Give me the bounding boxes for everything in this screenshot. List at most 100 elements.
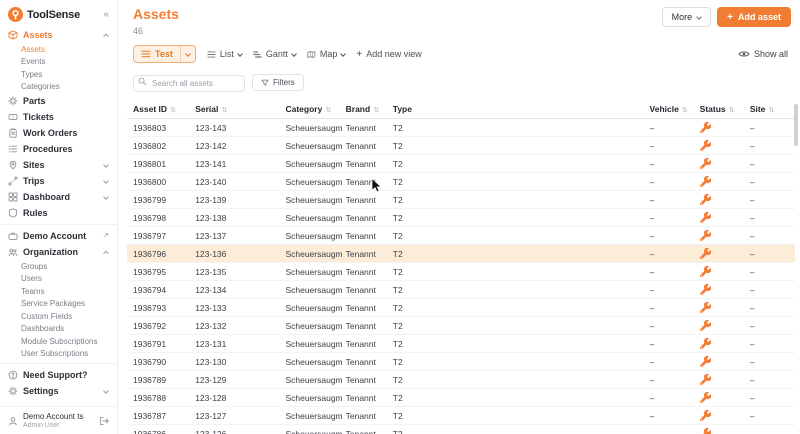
col-label: Status xyxy=(699,104,726,114)
cell-category: Scheuersaugm xyxy=(281,118,342,137)
asset-count: 46 xyxy=(133,26,144,36)
cell-vehicle: – xyxy=(645,334,696,353)
filters-button[interactable]: Filters xyxy=(252,74,304,91)
sidebar-item-rules[interactable]: Rules xyxy=(0,205,117,221)
sidebar-item-procedures[interactable]: Procedures xyxy=(0,141,117,157)
sort-icon: ⇅ xyxy=(728,107,735,114)
table-row[interactable]: 1936791 123-131 Scheuersaugm Tenannt T2– – xyxy=(127,334,795,353)
tab-map[interactable]: Map xyxy=(307,49,347,59)
col-category[interactable]: Category ⇅ xyxy=(281,100,342,119)
cell-vehicle: – xyxy=(645,208,696,227)
col-brand[interactable]: Brand ⇅ xyxy=(341,100,389,119)
tab-gantt[interactable]: Gantt xyxy=(253,49,297,59)
more-button[interactable]: More xyxy=(661,7,712,27)
cell-brand: Tenannt xyxy=(341,208,389,227)
cell-asset-id: 1936789 xyxy=(127,370,192,389)
cell-category: Scheuersaugm xyxy=(281,244,342,263)
sidebar-subitem-events[interactable]: Events xyxy=(0,56,117,69)
cell-status xyxy=(695,226,746,245)
col-serial[interactable]: Serial ⇅ xyxy=(191,100,282,119)
cell-asset-id: 1936795 xyxy=(127,262,192,281)
wrench-icon xyxy=(699,338,711,349)
table-row[interactable]: 1936802 123-142 Scheuersaugm Tenannt T2– – xyxy=(127,136,795,155)
sidebar-item-trips[interactable]: Trips xyxy=(0,173,117,189)
add-asset-button[interactable]: + Add asset xyxy=(717,7,791,27)
sidebar-item-tickets[interactable]: Tickets xyxy=(0,109,117,125)
cell-vehicle: – xyxy=(645,424,696,434)
sidebar-subitem-types[interactable]: Types xyxy=(0,68,117,81)
table-row[interactable]: 1936797 123-137 Scheuersaugm Tenannt T2– – xyxy=(127,226,795,245)
col-status[interactable]: Status ⇅ xyxy=(695,100,746,119)
sidebar-subitem-module-subscriptions[interactable]: Module Subscriptions xyxy=(0,335,117,348)
cell-asset-id: 1936787 xyxy=(127,406,192,425)
chevron-down-icon xyxy=(340,51,347,57)
cell-vehicle: – xyxy=(645,406,696,425)
table-row[interactable]: 1936792 123-132 Scheuersaugm Tenannt T2– – xyxy=(127,316,795,335)
table-row[interactable]: 1936800 123-140 Scheuersaugm Tenannt T2– – xyxy=(127,172,795,191)
tab-list[interactable]: List xyxy=(207,49,243,59)
cell-brand: Tenannt xyxy=(341,424,389,434)
cell-asset-id: 1936802 xyxy=(127,136,192,155)
col-asset-id[interactable]: Asset ID ⇅ xyxy=(127,100,192,119)
table-row[interactable]: 1936799 123-139 Scheuersaugm Tenannt T2– – xyxy=(127,190,795,209)
col-vehicle[interactable]: Vehicle ⇅ xyxy=(645,100,696,119)
table-row[interactable]: 1936787 123-127 Scheuersaugm Tenannt T2– – xyxy=(127,406,795,425)
table-row[interactable]: 1936796 123-136 Scheuersaugm Tenannt T2– – xyxy=(127,244,795,263)
view-tabs: Test List Gantt Map + Add new view Show … xyxy=(118,36,800,63)
tab-test-dropdown[interactable] xyxy=(179,46,195,62)
cell-status xyxy=(695,370,746,389)
logout-icon[interactable] xyxy=(99,416,109,426)
search-input[interactable] xyxy=(133,75,245,92)
sidebar-subitem-service-packages[interactable]: Service Packages xyxy=(0,298,117,311)
sidebar-item-demo-account[interactable]: Demo Account ↗ xyxy=(0,228,117,244)
table-row[interactable]: 1936793 123-133 Scheuersaugm Tenannt T2– – xyxy=(127,298,795,317)
cell-vehicle: – xyxy=(645,244,696,263)
sort-icon: ⇅ xyxy=(681,107,688,114)
col-site[interactable]: Site ⇅ xyxy=(745,100,795,119)
sidebar-subitem-users[interactable]: Users xyxy=(0,273,117,286)
cell-brand: Tenannt xyxy=(341,370,389,389)
cell-category: Scheuersaugm xyxy=(281,226,342,245)
table-row[interactable]: 1936789 123-129 Scheuersaugm Tenannt T2– – xyxy=(127,370,795,389)
cell-serial: 123-138 xyxy=(191,208,282,227)
sidebar-item-settings[interactable]: Settings xyxy=(0,383,117,399)
add-new-view-button[interactable]: + Add new view xyxy=(356,49,421,59)
sidebar-subitem-user-subscriptions[interactable]: User Subscriptions xyxy=(0,348,117,361)
wrench-icon xyxy=(702,428,711,434)
sidebar-item-need-support[interactable]: Need Support? xyxy=(0,367,117,383)
sidebar-subitem-teams[interactable]: Teams xyxy=(0,285,117,298)
table-row[interactable]: 1936803 123-143 Scheuersaugm Tenannt T2– – xyxy=(127,118,795,137)
table-row[interactable]: 1936801 123-141 Scheuersaugm Tenannt T2– – xyxy=(127,154,795,173)
tab-test-main[interactable]: Test xyxy=(134,46,180,62)
table-row[interactable]: 1936794 123-134 Scheuersaugm Tenannt T2– – xyxy=(127,280,795,299)
sidebar-item-parts[interactable]: Parts xyxy=(0,93,117,109)
sidebar-subitem-assets[interactable]: Assets xyxy=(0,43,117,56)
sidebar-collapse-icon[interactable]: « xyxy=(103,9,109,20)
vertical-scrollbar-thumb[interactable] xyxy=(794,104,798,146)
table-row[interactable]: 1936786 123-126 Scheuersaugm Tenannt T2– – xyxy=(127,424,795,434)
cell-vehicle: – xyxy=(645,154,696,173)
sidebar-item-dashboard[interactable]: Dashboard xyxy=(0,189,117,205)
col-type[interactable]: Type xyxy=(388,100,646,119)
external-link-icon: ↗ xyxy=(102,231,109,240)
table-row[interactable]: 1936798 123-138 Scheuersaugm Tenannt T2– – xyxy=(127,208,795,227)
sidebar-item-sites[interactable]: Sites xyxy=(0,157,117,173)
cell-status xyxy=(695,136,746,155)
table-row[interactable]: 1936788 123-128 Scheuersaugm Tenannt T2– – xyxy=(127,388,795,407)
sidebar-subitem-custom-fields[interactable]: Custom Fields xyxy=(0,310,117,323)
sidebar-item-organization[interactable]: Organization xyxy=(0,244,117,260)
user-account-row[interactable]: Demo Account ts Admin User xyxy=(0,406,117,434)
tab-test[interactable]: Test xyxy=(133,45,196,63)
sidebar-subitem-dashboards[interactable]: Dashboards xyxy=(0,323,117,336)
table-row[interactable]: 1936795 123-135 Scheuersaugm Tenannt T2– – xyxy=(127,262,795,281)
cell-site: – xyxy=(745,226,795,245)
table-row[interactable]: 1936790 123-130 Scheuersaugm Tenannt T2– – xyxy=(127,352,795,371)
show-all-button[interactable]: Show all xyxy=(738,49,788,59)
sidebar-item-assets[interactable]: Assets xyxy=(0,27,117,43)
sidebar-subitem-categories[interactable]: Categories xyxy=(0,81,117,94)
cell-brand: Tenannt xyxy=(341,172,389,191)
sidebar-item-work-orders[interactable]: Work Orders xyxy=(0,125,117,141)
cell-type: T2 xyxy=(388,316,646,335)
toolsense-logo-icon xyxy=(8,7,23,22)
sidebar-subitem-groups[interactable]: Groups xyxy=(0,260,117,273)
